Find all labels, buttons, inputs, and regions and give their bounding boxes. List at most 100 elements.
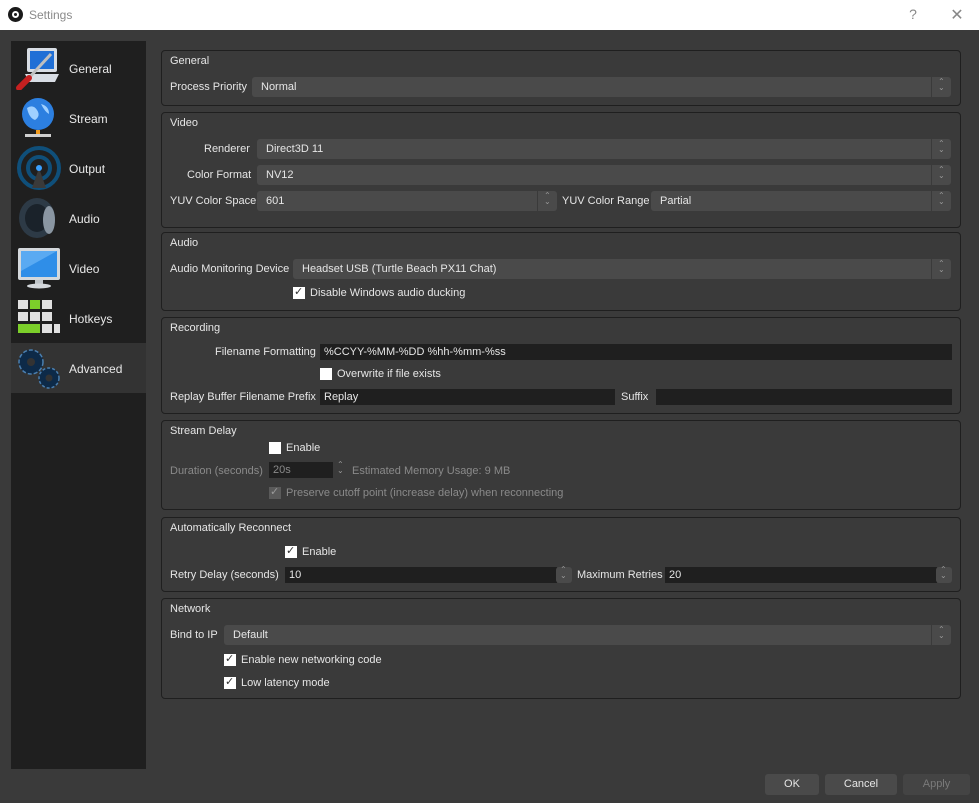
general-icon xyxy=(16,48,59,90)
audio-monitoring-device-dropdown[interactable]: Headset USB (Turtle Beach PX11 Chat) xyxy=(293,259,951,279)
general-group: General Process Priority Normal xyxy=(161,50,961,106)
checkmark-icon: ✓ xyxy=(286,545,296,557)
process-priority-value: Normal xyxy=(261,81,297,93)
duration-spinner[interactable] xyxy=(331,460,349,478)
sidebar-item-general[interactable]: General xyxy=(11,43,146,93)
color-format-dropdown[interactable]: NV12 xyxy=(257,165,951,185)
stream-delay-group: Stream Delay Enable Duration (seconds) 2… xyxy=(161,420,961,510)
max-retries-value: 20 xyxy=(669,569,682,581)
suffix-input[interactable] xyxy=(656,389,952,405)
group-title: Recording xyxy=(170,322,221,334)
audio-monitoring-device-value: Headset USB (Turtle Beach PX11 Chat) xyxy=(302,263,497,275)
title-bar: Settings ? ✕ xyxy=(0,0,979,30)
sidebar-item-label: Audio xyxy=(69,212,100,226)
sidebar-item-audio[interactable]: Audio xyxy=(11,193,146,243)
sidebar-item-video[interactable]: Video xyxy=(11,243,146,293)
process-priority-label: Process Priority xyxy=(170,81,248,93)
disable-ducking-label: Disable Windows audio ducking xyxy=(310,287,466,299)
yuv-color-space-value: 601 xyxy=(266,195,285,207)
preserve-cutoff-label: Preserve cutoff point (increase delay) w… xyxy=(286,487,564,499)
low-latency-label: Low latency mode xyxy=(241,677,330,689)
retry-delay-input[interactable]: 10 xyxy=(285,567,557,583)
max-retries-input[interactable]: 20 xyxy=(665,567,937,583)
stream-delay-enable-checkbox[interactable] xyxy=(269,442,281,454)
filename-formatting-value: %CCYY-%MM-%DD %hh-%mm-%ss xyxy=(324,346,506,358)
preserve-cutoff-checkbox[interactable]: ✓ xyxy=(269,486,281,499)
retry-delay-label: Retry Delay (seconds) xyxy=(170,569,279,581)
sidebar-item-hotkeys[interactable]: Hotkeys xyxy=(11,293,146,343)
overwrite-checkbox[interactable] xyxy=(320,368,332,380)
group-title: Audio xyxy=(170,237,199,249)
new-networking-label: Enable new networking code xyxy=(241,654,382,666)
sidebar-item-label: Hotkeys xyxy=(69,312,113,326)
replay-prefix-label: Replay Buffer Filename Prefix xyxy=(170,391,316,403)
filename-formatting-label: Filename Formatting xyxy=(215,346,316,358)
window-title: Settings xyxy=(29,8,73,22)
group-title: General xyxy=(170,55,210,67)
monitor-icon xyxy=(18,248,60,289)
suffix-label: Suffix xyxy=(621,391,649,403)
group-title: Network xyxy=(170,603,211,615)
max-retries-spinner[interactable] xyxy=(934,565,952,583)
bind-ip-label: Bind to IP xyxy=(170,629,218,641)
yuv-color-range-label: YUV Color Range xyxy=(562,195,650,207)
low-latency-checkbox[interactable]: ✓ xyxy=(224,676,236,689)
group-title: Stream Delay xyxy=(170,425,237,437)
checkmark-icon: ✓ xyxy=(270,486,280,498)
process-priority-dropdown[interactable]: Normal xyxy=(252,77,951,97)
sidebar-item-output[interactable]: Output xyxy=(11,143,146,193)
replay-prefix-value: Replay xyxy=(324,391,359,403)
duration-input[interactable]: 20s xyxy=(269,462,333,478)
speaker-icon xyxy=(19,198,55,238)
auto-reconnect-enable-label: Enable xyxy=(302,546,337,558)
updown-arrows-icon xyxy=(934,565,950,581)
ok-button[interactable]: OK xyxy=(765,774,819,795)
max-retries-label: Maximum Retries xyxy=(577,569,663,581)
updown-arrows-icon xyxy=(931,139,951,159)
replay-prefix-input[interactable]: Replay xyxy=(320,389,615,405)
color-format-value: NV12 xyxy=(266,169,294,181)
globe-icon xyxy=(22,98,54,137)
retry-delay-value: 10 xyxy=(289,569,302,581)
new-networking-checkbox[interactable]: ✓ xyxy=(224,653,236,666)
sidebar-item-label: Stream xyxy=(69,112,108,126)
yuv-color-range-dropdown[interactable]: Partial xyxy=(651,191,951,211)
yuv-color-space-label: YUV Color Space xyxy=(170,195,257,207)
yuv-color-space-dropdown[interactable]: 601 xyxy=(257,191,557,211)
apply-button[interactable]: Apply xyxy=(903,774,970,795)
updown-arrows-icon xyxy=(931,625,951,645)
disable-ducking-checkbox[interactable]: ✓ xyxy=(293,286,305,299)
updown-arrows-icon xyxy=(931,165,951,185)
help-button[interactable]: ? xyxy=(906,6,920,22)
checkmark-icon: ✓ xyxy=(294,286,304,298)
bind-ip-dropdown[interactable]: Default xyxy=(224,625,951,645)
settings-sidebar: General Stream Output Audio Video Hotkey… xyxy=(11,41,146,769)
group-title: Automatically Reconnect xyxy=(170,522,292,534)
cancel-button[interactable]: Cancel xyxy=(825,774,897,795)
auto-reconnect-enable-checkbox[interactable]: ✓ xyxy=(285,545,297,558)
video-group: Video Renderer Direct3D 11 Color Format … xyxy=(161,112,961,228)
obs-logo-icon xyxy=(8,7,23,22)
auto-reconnect-group: Automatically Reconnect ✓ Enable Retry D… xyxy=(161,517,961,592)
network-group: Network Bind to IP Default ✓ Enable new … xyxy=(161,598,961,699)
updown-arrows-icon xyxy=(331,460,347,476)
sidebar-item-advanced[interactable]: Advanced xyxy=(11,343,146,393)
updown-arrows-icon xyxy=(931,77,951,97)
yuv-color-range-value: Partial xyxy=(660,195,692,207)
overwrite-label: Overwrite if file exists xyxy=(337,368,441,380)
duration-value: 20s xyxy=(273,464,291,476)
renderer-label: Renderer xyxy=(204,143,250,155)
filename-formatting-input[interactable]: %CCYY-%MM-%DD %hh-%mm-%ss xyxy=(320,344,952,360)
audio-monitoring-device-label: Audio Monitoring Device xyxy=(170,263,290,275)
close-button[interactable]: ✕ xyxy=(948,5,966,25)
sidebar-item-label: General xyxy=(69,62,112,76)
updown-arrows-icon xyxy=(537,191,557,211)
audio-group: Audio Audio Monitoring Device Headset US… xyxy=(161,232,961,311)
sidebar-item-label: Output xyxy=(69,162,106,176)
sidebar-item-stream[interactable]: Stream xyxy=(11,93,146,143)
memory-usage-label: Estimated Memory Usage: 9 MB xyxy=(352,465,511,477)
retry-delay-spinner[interactable] xyxy=(556,565,572,583)
sidebar-item-label: Advanced xyxy=(69,362,123,376)
renderer-dropdown[interactable]: Direct3D 11 xyxy=(257,139,951,159)
duration-label: Duration (seconds) xyxy=(170,465,263,477)
